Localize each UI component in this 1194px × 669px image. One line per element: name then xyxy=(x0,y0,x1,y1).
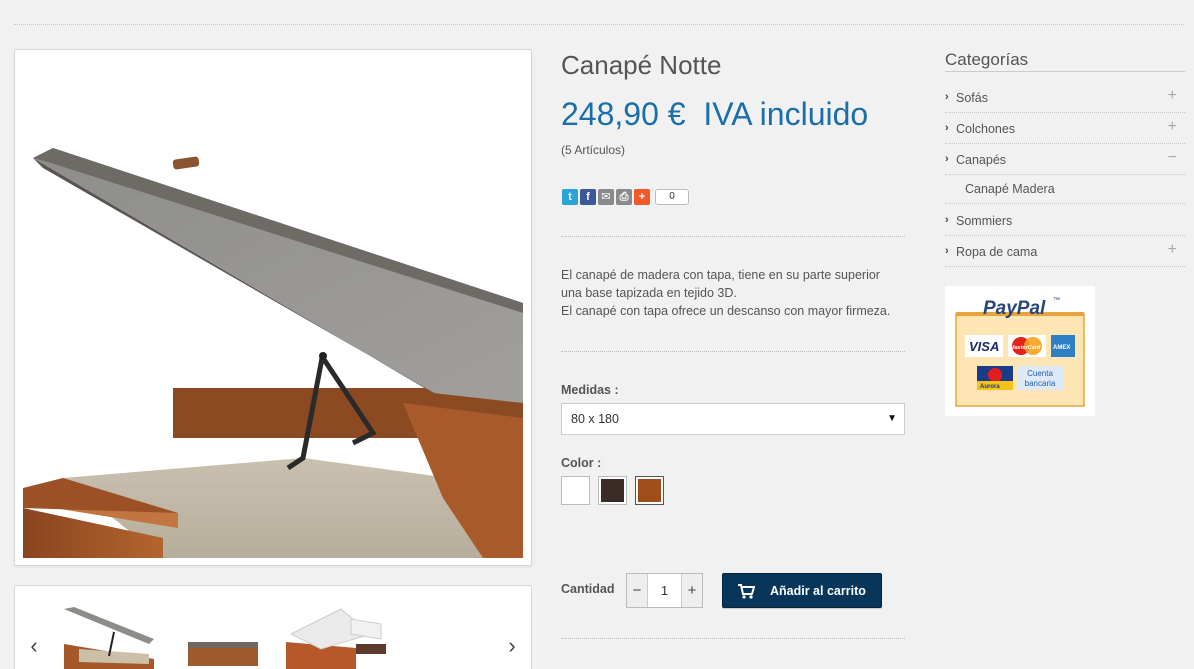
paypal-brand-text: PayPal xyxy=(983,298,1046,319)
category-label: Sofás xyxy=(956,91,988,105)
thumbnail-1[interactable] xyxy=(59,604,159,669)
category-label: Ropa de cama xyxy=(956,245,1038,259)
divider xyxy=(561,351,905,352)
thumbnail-carousel: ‹ › xyxy=(14,585,532,669)
expand-icon[interactable]: + xyxy=(1168,118,1177,136)
top-divider xyxy=(14,24,1184,25)
chevron-right-icon: › xyxy=(945,214,949,226)
paypal-brand-mark: ™ xyxy=(1053,297,1060,304)
description-line: una base tapizada en tejido 3D. xyxy=(561,286,737,300)
paypal-payment-badge[interactable]: PayPal ™ VISA MasterCard AMEX Aurora Cue… xyxy=(945,286,1095,416)
dropdown-arrow-icon: ▼ xyxy=(887,413,897,424)
category-item-canapes[interactable]: › Canapés − xyxy=(945,144,1185,175)
chevron-right-icon: › xyxy=(945,122,949,134)
category-label: Colchones xyxy=(956,122,1016,136)
print-icon[interactable]: ⎙ xyxy=(616,189,632,205)
product-description: El canapé de madera con tapa, tiene en s… xyxy=(561,266,905,320)
facebook-icon[interactable]: f xyxy=(580,189,596,205)
thumbnail-prev-arrow[interactable]: ‹ xyxy=(24,634,44,658)
bank-account-line-1: Cuenta xyxy=(1027,369,1053,378)
stock-quantity: (5 Artículos) xyxy=(561,143,626,157)
description-line: El canapé de madera con tapa, tiene en s… xyxy=(561,268,880,282)
category-label: Sommiers xyxy=(956,214,1013,228)
size-label: Medidas : xyxy=(561,383,619,397)
thumbnail-next-arrow[interactable]: › xyxy=(502,634,522,658)
subcategory-label: Canapé Madera xyxy=(965,182,1055,196)
quantity-label: Cantidad xyxy=(561,582,615,596)
shopping-cart-icon xyxy=(738,583,755,599)
expand-icon[interactable]: + xyxy=(1168,241,1177,259)
aurora-text: Aurora xyxy=(980,384,1000,390)
bank-account-line-2: bancaria xyxy=(1025,379,1056,388)
expand-icon[interactable]: + xyxy=(1168,87,1177,105)
product-title: Canapé Notte xyxy=(561,50,722,80)
size-select-value: 80 x 180 xyxy=(571,412,619,426)
paypal-logo: PayPal ™ VISA MasterCard AMEX Aurora Cue… xyxy=(955,297,1085,407)
addthis-plus-icon[interactable]: + xyxy=(634,189,650,205)
bed-canape-image xyxy=(23,148,523,558)
mastercard-text: MasterCard xyxy=(1010,345,1041,351)
quantity-stepper: − + xyxy=(626,573,703,608)
size-select[interactable]: 80 x 180 ▼ xyxy=(561,403,905,435)
color-label: Color : xyxy=(561,456,602,470)
color-swatch-cherry[interactable] xyxy=(635,476,664,505)
color-swatch-wenge[interactable] xyxy=(598,476,627,505)
divider xyxy=(561,236,905,237)
color-swatch-white[interactable] xyxy=(561,476,590,505)
thumbnail-2[interactable] xyxy=(183,604,263,669)
email-icon[interactable]: ✉ xyxy=(598,189,614,205)
share-count: 0 xyxy=(655,189,689,205)
quantity-increase-button[interactable]: + xyxy=(682,574,702,607)
thumbnail-3[interactable] xyxy=(281,604,391,669)
chevron-right-icon: › xyxy=(945,153,949,165)
amex-text: AMEX xyxy=(1053,345,1070,351)
category-label: Canapés xyxy=(956,153,1007,167)
product-price: 248,90 € IVA incluido xyxy=(561,96,869,132)
quantity-decrease-button[interactable]: − xyxy=(627,574,647,607)
quantity-input[interactable] xyxy=(647,574,682,607)
category-item-ropa-de-cama[interactable]: › Ropa de cama + xyxy=(945,236,1185,267)
subcategory-item-canape-madera[interactable]: Canapé Madera xyxy=(945,174,1185,204)
collapse-icon[interactable]: − xyxy=(1168,149,1177,167)
main-product-image[interactable] xyxy=(14,49,532,566)
divider xyxy=(561,638,905,639)
categories-title-underline xyxy=(945,71,1185,72)
category-item-sofas[interactable]: › Sofás + xyxy=(945,82,1185,113)
chevron-right-icon: › xyxy=(945,91,949,103)
add-to-cart-button[interactable]: Añadir al carrito xyxy=(722,573,882,608)
category-item-colchones[interactable]: › Colchones + xyxy=(945,113,1185,144)
categories-title: Categorías xyxy=(945,50,1029,69)
add-to-cart-label: Añadir al carrito xyxy=(770,583,866,598)
twitter-icon[interactable]: t xyxy=(562,189,578,205)
share-buttons: t f ✉ ⎙ + 0 xyxy=(562,189,689,205)
visa-text: VISA xyxy=(969,339,999,354)
chevron-right-icon: › xyxy=(945,245,949,257)
category-item-sommiers[interactable]: › Sommiers xyxy=(945,205,1185,236)
description-line: El canapé con tapa ofrece un descanso co… xyxy=(561,304,891,318)
